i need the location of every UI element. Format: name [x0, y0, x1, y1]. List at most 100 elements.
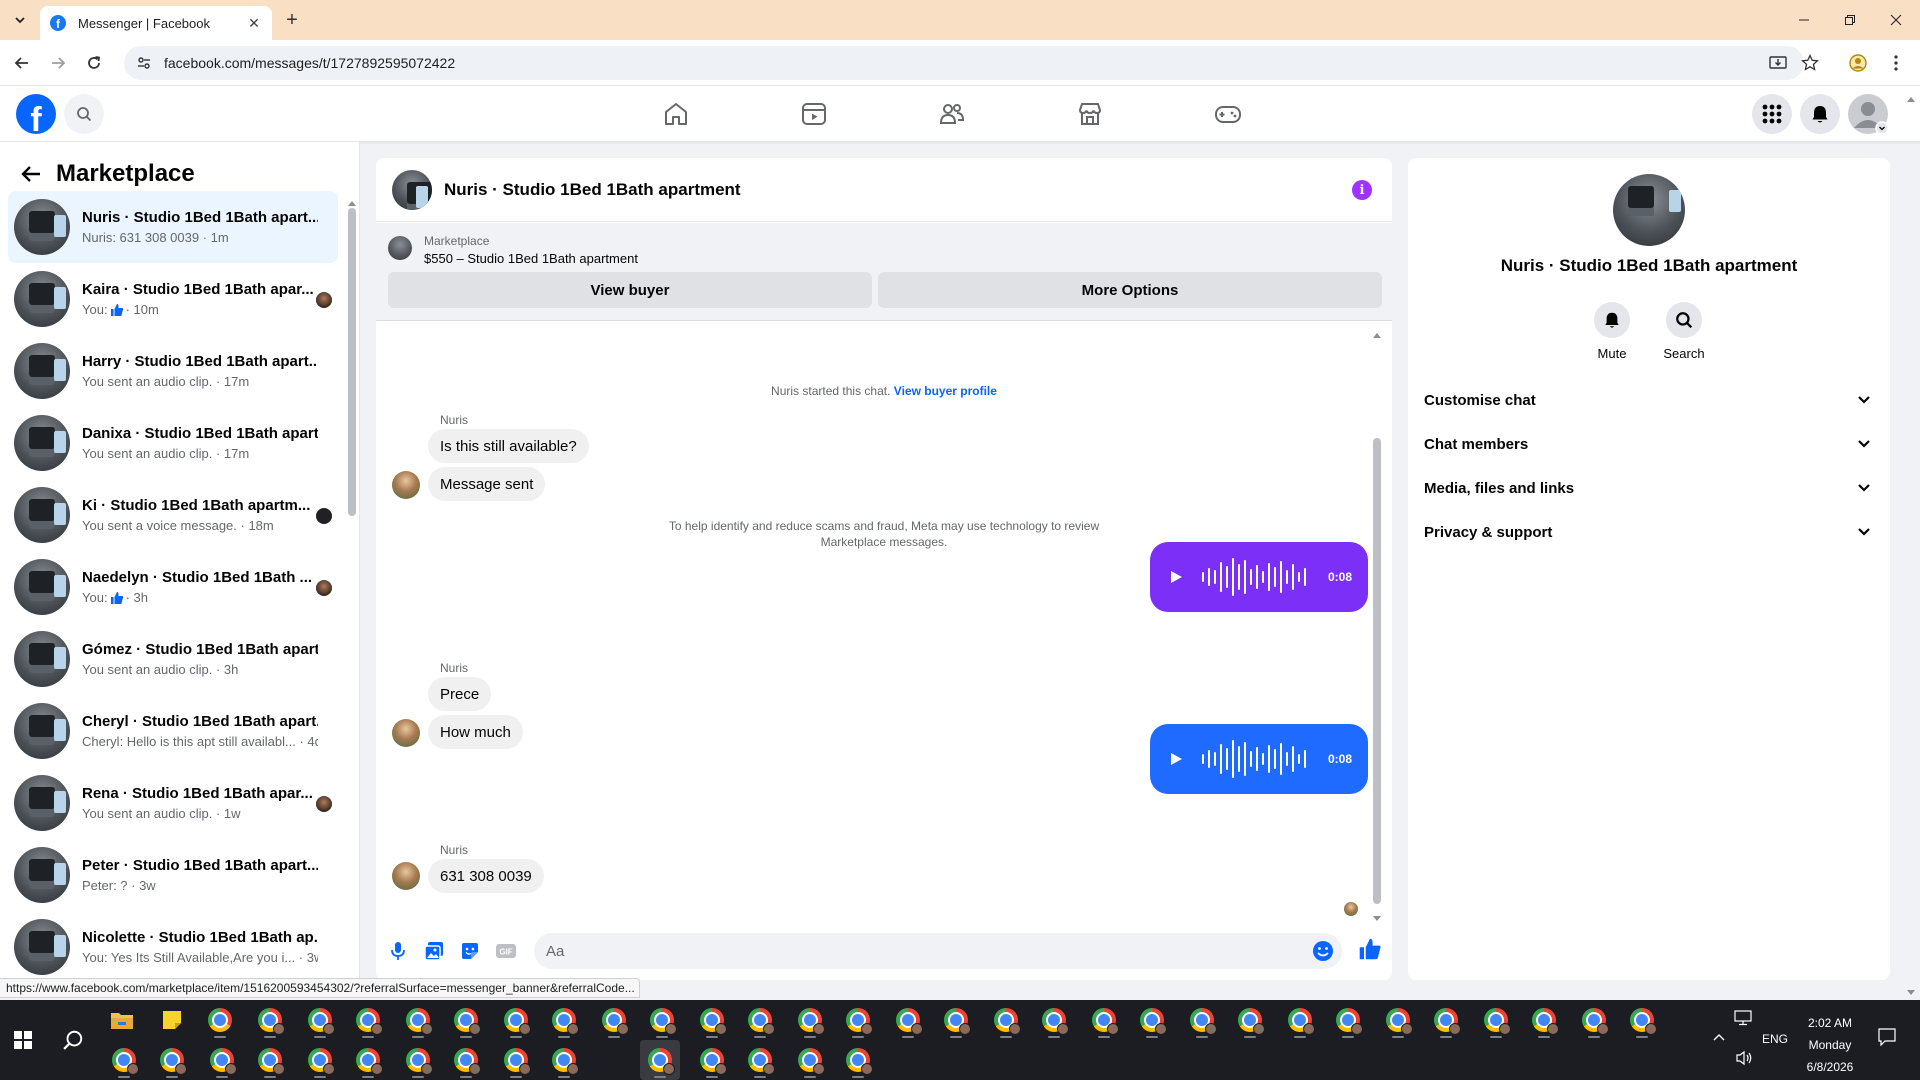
bookmark-button[interactable] [1798, 51, 1822, 75]
browser-tab-active[interactable]: f Messenger | Facebook ✕ [40, 6, 272, 40]
chrome-profile-taskbar[interactable] [544, 1000, 584, 1040]
message-bubble[interactable]: Prece [428, 677, 492, 711]
chat-title[interactable]: Nuris · Studio 1Bed 1Bath apartment [444, 180, 741, 200]
message-bubble[interactable]: Message sent [428, 467, 546, 501]
chrome-profile-taskbar[interactable] [1476, 1000, 1516, 1040]
conversation-item[interactable]: Cheryl · Studio 1Bed 1Bath apart... Cher… [8, 695, 338, 767]
send-like-button[interactable] [1358, 937, 1384, 963]
chrome-profile-taskbar[interactable] [300, 1040, 340, 1080]
chrome-profile-taskbar[interactable] [250, 1000, 290, 1040]
chrome-profile-taskbar[interactable] [692, 1000, 732, 1040]
chrome-profile-taskbar[interactable] [250, 1040, 290, 1080]
chrome-profile-taskbar[interactable] [1622, 1000, 1662, 1040]
chrome-profile-taskbar[interactable] [446, 1000, 486, 1040]
chrome-profile-taskbar[interactable] [790, 1040, 830, 1080]
chrome-profile-taskbar[interactable] [594, 1000, 634, 1040]
chrome-profile-taskbar[interactable] [1084, 1000, 1124, 1040]
conversation-item[interactable]: Harry · Studio 1Bed 1Bath apart... You s… [8, 335, 338, 407]
view-buyer-profile-link[interactable]: View buyer profile [894, 384, 997, 398]
profile-button[interactable] [1846, 51, 1870, 75]
chat-avatar[interactable] [392, 169, 432, 210]
sidebar-scroll-up-arrow[interactable] [346, 194, 358, 206]
facebook-logo[interactable]: f [16, 94, 56, 134]
chrome-taskbar[interactable] [200, 1000, 240, 1040]
search-action[interactable]: Search [1654, 302, 1714, 361]
chrome-profile-taskbar[interactable] [348, 1040, 388, 1080]
conversation-item[interactable]: Rena · Studio 1Bed 1Bath apar... You sen… [8, 767, 338, 839]
chrome-profile-taskbar[interactable] [398, 1040, 438, 1080]
chrome-profile-taskbar[interactable] [1378, 1000, 1418, 1040]
sidebar-scrollbar[interactable] [348, 208, 356, 516]
address-bar[interactable]: facebook.com/messages/t/1727892595072422 [124, 46, 1804, 80]
customise-chat-section[interactable]: Customise chat [1416, 378, 1882, 422]
chrome-profile-taskbar[interactable] [544, 1040, 584, 1080]
chrome-profile-taskbar[interactable] [202, 1040, 242, 1080]
chrome-profile-taskbar[interactable] [888, 1000, 928, 1040]
input-language[interactable]: ENG [1762, 1032, 1788, 1046]
sticker-button[interactable] [458, 939, 482, 963]
tab-search-button[interactable] [8, 8, 32, 32]
volume-control[interactable] [1736, 1050, 1754, 1066]
chrome-profile-taskbar[interactable] [496, 1040, 536, 1080]
back-arrow-icon[interactable] [20, 164, 42, 184]
message-bubble[interactable]: 631 308 0039 [428, 859, 544, 893]
chrome-profile-taskbar[interactable] [152, 1040, 192, 1080]
chrome-profile-taskbar[interactable] [300, 1000, 340, 1040]
conversation-item[interactable]: Danixa · Studio 1Bed 1Bath apart... You … [8, 407, 338, 479]
sender-avatar[interactable] [392, 719, 420, 747]
nav-video[interactable] [794, 94, 834, 134]
view-buyer-button[interactable]: View buyer [388, 272, 872, 308]
page-scroll-up-arrow[interactable] [1906, 90, 1916, 102]
gif-button[interactable]: GIF [494, 939, 518, 963]
network-status[interactable] [1734, 1010, 1752, 1026]
chat-scrollbar[interactable] [1373, 438, 1381, 904]
chrome-profile-taskbar[interactable] [1574, 1000, 1614, 1040]
chrome-profile-taskbar[interactable] [1230, 1000, 1270, 1040]
chrome-profile-taskbar-active[interactable] [640, 1040, 680, 1080]
minimize-button[interactable] [1790, 6, 1818, 34]
chrome-profile-taskbar[interactable] [1280, 1000, 1320, 1040]
audio-message[interactable]: 0:08 [1150, 542, 1368, 612]
mute-action[interactable]: Mute [1582, 302, 1642, 361]
forward-button[interactable] [46, 51, 70, 75]
sticky-notes-taskbar[interactable] [152, 1000, 192, 1040]
start-button[interactable] [0, 1000, 46, 1080]
facebook-search-button[interactable] [64, 94, 104, 134]
audio-message[interactable]: 0:08 [1150, 724, 1368, 794]
listing-title[interactable]: $550 – Studio 1Bed 1Bath apartment [424, 251, 638, 266]
system-clock[interactable]: 2:02 AM Monday 6/8/2026 [1790, 1012, 1870, 1078]
chrome-profile-taskbar[interactable] [446, 1040, 486, 1080]
chat-scroll-down-arrow[interactable] [1372, 910, 1382, 921]
conversation-item[interactable]: Kaira · Studio 1Bed 1Bath apar... You: ·… [8, 263, 338, 335]
message-input[interactable] [534, 933, 1342, 969]
chrome-profile-taskbar[interactable] [936, 1000, 976, 1040]
conversation-item[interactable]: Ki · Studio 1Bed 1Bath apartm... You sen… [8, 479, 338, 551]
chrome-profile-taskbar[interactable] [398, 1000, 438, 1040]
conversation-item[interactable]: Nicolette · Studio 1Bed 1Bath ap... You:… [8, 911, 338, 983]
chrome-profile-taskbar[interactable] [496, 1000, 536, 1040]
attach-media-button[interactable] [422, 939, 446, 963]
sender-avatar[interactable] [392, 471, 420, 499]
chrome-profile-taskbar[interactable] [348, 1000, 388, 1040]
notification-center[interactable] [1878, 1028, 1896, 1046]
conversation-info-button[interactable]: i [1352, 180, 1372, 200]
close-window-button[interactable] [1882, 6, 1910, 34]
waveform[interactable] [1202, 739, 1306, 779]
show-hidden-icons[interactable] [1712, 1032, 1726, 1042]
chrome-profile-taskbar[interactable] [1426, 1000, 1466, 1040]
waveform[interactable] [1202, 557, 1306, 597]
nav-home[interactable] [656, 94, 696, 134]
install-app-button[interactable] [1766, 51, 1790, 75]
chrome-profile-taskbar[interactable] [1132, 1000, 1172, 1040]
nav-marketplace[interactable] [1070, 94, 1110, 134]
chrome-profile-taskbar[interactable] [642, 1000, 682, 1040]
restore-button[interactable] [1836, 6, 1864, 34]
chrome-profile-taskbar[interactable] [986, 1000, 1026, 1040]
chrome-profile-taskbar[interactable] [838, 1040, 878, 1080]
back-button[interactable] [10, 51, 34, 75]
conversation-item[interactable]: Naedelyn · Studio 1Bed 1Bath ... You: · … [8, 551, 338, 623]
chrome-profile-taskbar[interactable] [1524, 1000, 1564, 1040]
chrome-profile-taskbar[interactable] [740, 1000, 780, 1040]
chat-members-section[interactable]: Chat members [1416, 422, 1882, 466]
media-files-links-section[interactable]: Media, files and links [1416, 466, 1882, 510]
